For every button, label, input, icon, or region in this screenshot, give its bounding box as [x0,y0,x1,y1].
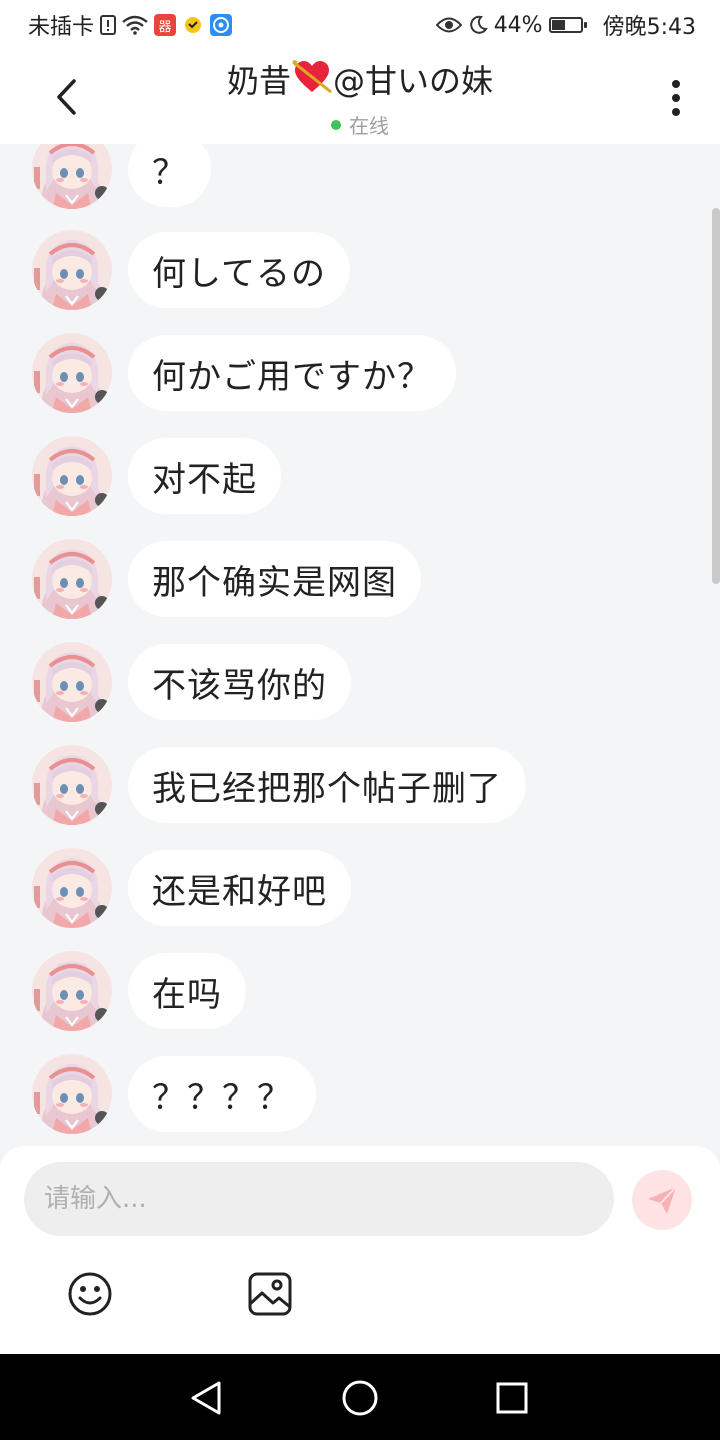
more-dot-icon [672,94,680,102]
battery-icon [548,17,587,33]
emoji-button[interactable] [66,1270,114,1318]
back-button[interactable] [44,72,88,122]
message-item: 在吗 [32,951,246,1031]
send-button[interactable] [632,1170,692,1230]
message-bubble[interactable]: 还是和好吧 [128,850,351,926]
message-item: 不该骂你的 [32,642,351,722]
avatar[interactable] [32,436,112,516]
nav-back-button[interactable] [184,1376,228,1420]
app-notification-icon: 器 [154,14,177,36]
avatar[interactable] [32,642,112,722]
circle-home-icon [342,1380,378,1416]
wifi-icon [122,15,148,35]
message-item: ？？？？ [32,1054,316,1134]
battery-percent: 44% [493,12,543,38]
chat-header: 奶昔 @甘いの妹 在线 [0,50,720,144]
message-item: 何してるの [32,230,350,310]
qq-notification-icon [182,14,205,36]
system-nav-bar [0,1354,720,1440]
message-item: 那个确实是网图 [32,539,421,619]
avatar[interactable] [32,333,112,413]
clock: 傍晚5:43 [602,15,696,40]
avatar[interactable] [32,1054,112,1134]
message-list[interactable]: ？ 何してるの 何かご用ですか？ 对不起 那个确实是网图 不该骂你的 我已经把那… [0,144,720,1146]
message-item: 我已经把那个帖子删了 [32,745,526,825]
smiley-icon [68,1272,112,1316]
more-dot-icon [672,108,680,116]
message-item: 对不起 [32,436,281,516]
message-bubble[interactable]: 那个确实是网图 [128,541,421,617]
message-item: ？ [32,144,211,209]
more-options-button[interactable] [662,76,690,120]
avatar[interactable] [32,539,112,619]
message-bubble[interactable]: 何してるの [128,232,350,308]
moon-icon [468,15,488,35]
message-bubble[interactable]: 对不起 [128,438,281,514]
page-title: 奶昔 @甘いの妹 [160,58,560,108]
heart-arrow-icon [291,58,333,108]
message-bubble[interactable]: ？ [128,144,211,207]
square-recents-icon [496,1382,528,1414]
message-bubble[interactable]: 在吗 [128,953,246,1029]
carrier-text: 未插卡 [28,15,95,40]
avatar[interactable] [32,951,112,1031]
avatar[interactable] [32,230,112,310]
message-bubble[interactable]: 我已经把那个帖子删了 [128,747,526,823]
nav-home-button[interactable] [338,1376,382,1420]
sim-alert-icon [100,15,117,35]
online-dot-icon [331,119,341,130]
message-item: 还是和好吧 [32,848,351,928]
avatar[interactable] [32,848,112,928]
message-bubble[interactable]: ？？？？ [128,1056,316,1132]
message-item: 何かご用ですか？ [32,333,456,413]
message-bubble[interactable]: 何かご用ですか？ [128,335,456,411]
online-status-label: 在线 [349,114,389,138]
title-prefix: 奶昔 [226,62,291,100]
composer [0,1146,720,1354]
image-icon [248,1272,292,1316]
more-dot-icon [672,80,680,88]
message-input[interactable] [24,1162,614,1236]
conversation-title: 奶昔 @甘いの妹 在线 [160,58,560,139]
status-bar: 未插卡 器 44% 傍晚5:43 [0,0,720,50]
online-status: 在线 [160,110,560,139]
message-app-icon [210,14,233,36]
eye-comfort-icon [435,16,462,34]
avatar[interactable] [32,144,112,209]
paper-plane-icon [648,1186,677,1214]
status-bar-right: 44% 傍晚5:43 [435,9,696,41]
title-suffix: @甘いの妹 [333,62,494,100]
chevron-left-icon [57,79,76,115]
status-bar-left: 未插卡 器 [28,9,233,41]
message-bubble[interactable]: 不该骂你的 [128,644,351,720]
nav-recents-button[interactable] [490,1376,534,1420]
avatar[interactable] [32,745,112,825]
triangle-back-icon [191,1381,221,1415]
image-button[interactable] [246,1270,294,1318]
scrollbar[interactable] [712,208,720,584]
